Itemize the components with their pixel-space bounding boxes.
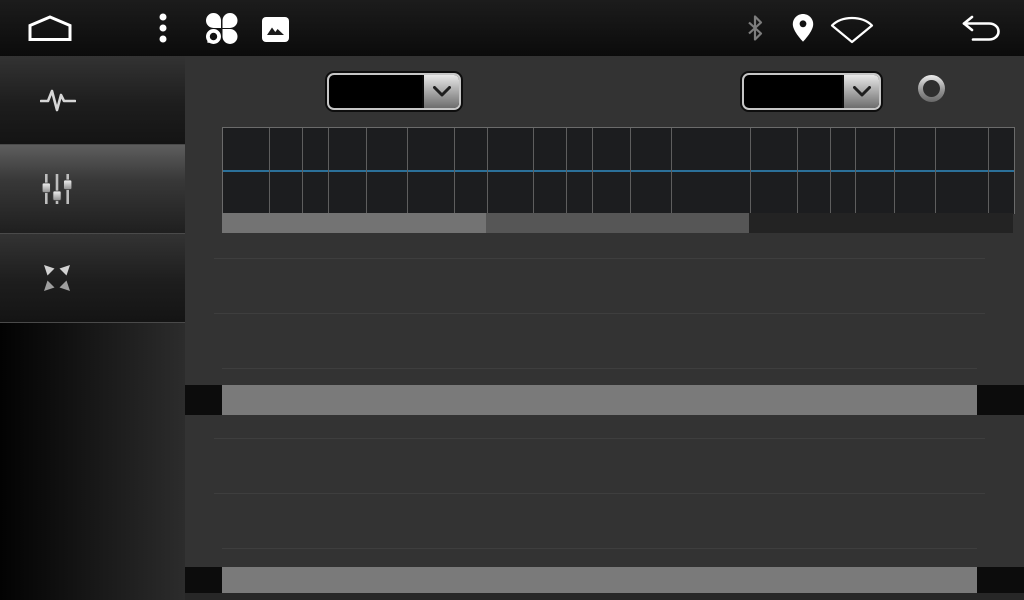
graph-gridline: [750, 128, 751, 214]
graph-gridline: [533, 128, 534, 214]
chevron-down-icon: [842, 75, 879, 108]
graph-gridline: [487, 128, 488, 214]
graph-gridline: [454, 128, 455, 214]
freq-strip-segment: [222, 213, 486, 233]
dsp-screen: [0, 0, 1024, 600]
band-num-value: [329, 75, 422, 108]
q-sliders: [222, 438, 977, 549]
graph-gridline: [988, 128, 989, 214]
graph-gridline: [894, 128, 895, 214]
reset-radio[interactable]: [918, 75, 945, 102]
graph-gridline: [566, 128, 567, 214]
gallery-icon[interactable]: [261, 16, 290, 43]
gain-values: [222, 385, 977, 415]
freq-strip-segment: [749, 213, 1013, 233]
sidebar-item-curve[interactable]: [0, 145, 185, 234]
back-icon[interactable]: [960, 14, 1002, 42]
graph-gridline: [407, 128, 408, 214]
y-tick-label: [185, 201, 217, 221]
frequency-axis: [222, 213, 1013, 233]
graph-gridline: [671, 128, 672, 214]
y-tick-label: [185, 159, 217, 179]
graph-gridline: [269, 128, 270, 214]
chevron-down-icon: [422, 75, 459, 108]
bluetooth-icon: [744, 14, 766, 42]
wifi-icon: [829, 16, 875, 44]
status-bar: [0, 0, 1024, 57]
curve-sliders-icon: [40, 172, 74, 206]
graph-gridline: [630, 128, 631, 214]
bottom-filler: [185, 593, 1024, 600]
gain-sliders: [222, 258, 977, 369]
scroll-bands-left-button[interactable]: [185, 385, 222, 415]
apps-clover-icon[interactable]: [204, 12, 242, 45]
eq-response-line: [223, 170, 1014, 172]
graph-gridline: [592, 128, 593, 214]
eq-waveform-icon: [40, 86, 76, 114]
eq-curve-plot: [222, 127, 1015, 214]
location-icon: [791, 13, 815, 43]
graph-gridline: [935, 128, 936, 214]
y-tick-label: [185, 117, 217, 137]
graph-gridline: [830, 128, 831, 214]
sidebar-item-fab[interactable]: [0, 234, 185, 323]
sidebar: [0, 56, 185, 600]
q-row-right-endbox: [977, 567, 1024, 593]
q-values: [222, 567, 977, 593]
custom-type-value: [744, 75, 842, 108]
q-value-row: [185, 567, 1024, 593]
curve-panel: [185, 56, 1024, 600]
home-icon[interactable]: [27, 15, 73, 41]
q-row-left-endbox: [185, 567, 222, 593]
fab-arrows-icon: [40, 261, 74, 295]
sidebar-item-eq[interactable]: [0, 56, 185, 145]
custom-type-dropdown[interactable]: [742, 73, 881, 110]
freq-strip-segment: [486, 213, 750, 233]
graph-gridline: [302, 128, 303, 214]
scroll-bands-right-button[interactable]: [977, 385, 1024, 415]
overflow-menu-icon[interactable]: [158, 12, 168, 44]
gain-value-row: [185, 385, 1024, 415]
band-num-dropdown[interactable]: [327, 73, 461, 110]
graph-gridline: [366, 128, 367, 214]
graph-gridline: [328, 128, 329, 214]
graph-gridline: [797, 128, 798, 214]
graph-gridline: [855, 128, 856, 214]
